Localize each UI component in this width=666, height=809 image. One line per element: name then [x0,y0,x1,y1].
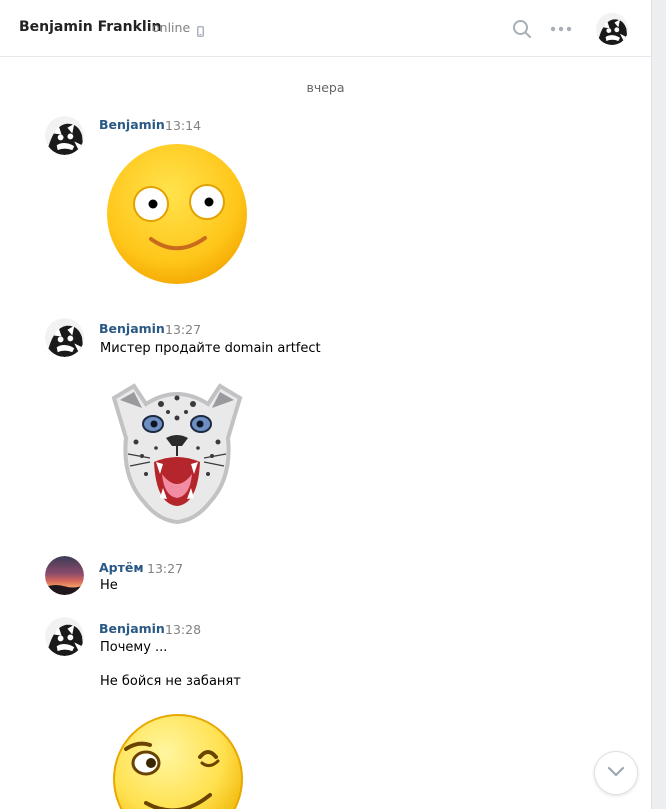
snow-leopard-sticker[interactable] [106,378,248,528]
chat-panel: Benjamin Franklin online вчера Benjamin … [0,0,652,809]
message-text: Мистер продайте domain artfect [100,341,321,356]
contact-name[interactable]: Benjamin Franklin [19,19,161,35]
search-icon[interactable] [512,19,532,43]
message-time[interactable]: 13:27 [165,322,201,337]
message-time[interactable]: 13:14 [165,118,201,133]
message-author[interactable]: Benjamin [99,321,165,336]
header-avatar[interactable] [596,13,628,49]
message-text: Не [100,578,118,593]
message-time[interactable]: 13:27 [147,561,183,576]
avatar[interactable] [45,617,84,656]
winking-face-sticker[interactable] [112,713,244,809]
message-author[interactable]: Benjamin [99,117,165,132]
message-author[interactable]: Benjamin [99,621,165,636]
contact-status: online [152,20,191,35]
smiling-face-sticker[interactable] [105,142,249,290]
date-separator: вчера [306,80,345,95]
avatar[interactable] [45,318,84,357]
message-text: Не бойся не забанят [100,674,241,689]
message-text: Почему ... [100,640,168,655]
chat-header: Benjamin Franklin online [0,0,651,57]
message-author[interactable]: Артём [99,560,144,575]
scroll-down-button[interactable] [594,751,638,795]
mobile-phone-icon [197,22,204,41]
avatar[interactable] [45,556,84,595]
chevron-down-icon [608,767,624,776]
message-time[interactable]: 13:28 [165,622,201,637]
avatar[interactable] [45,116,84,155]
more-dots-icon[interactable] [550,21,572,41]
